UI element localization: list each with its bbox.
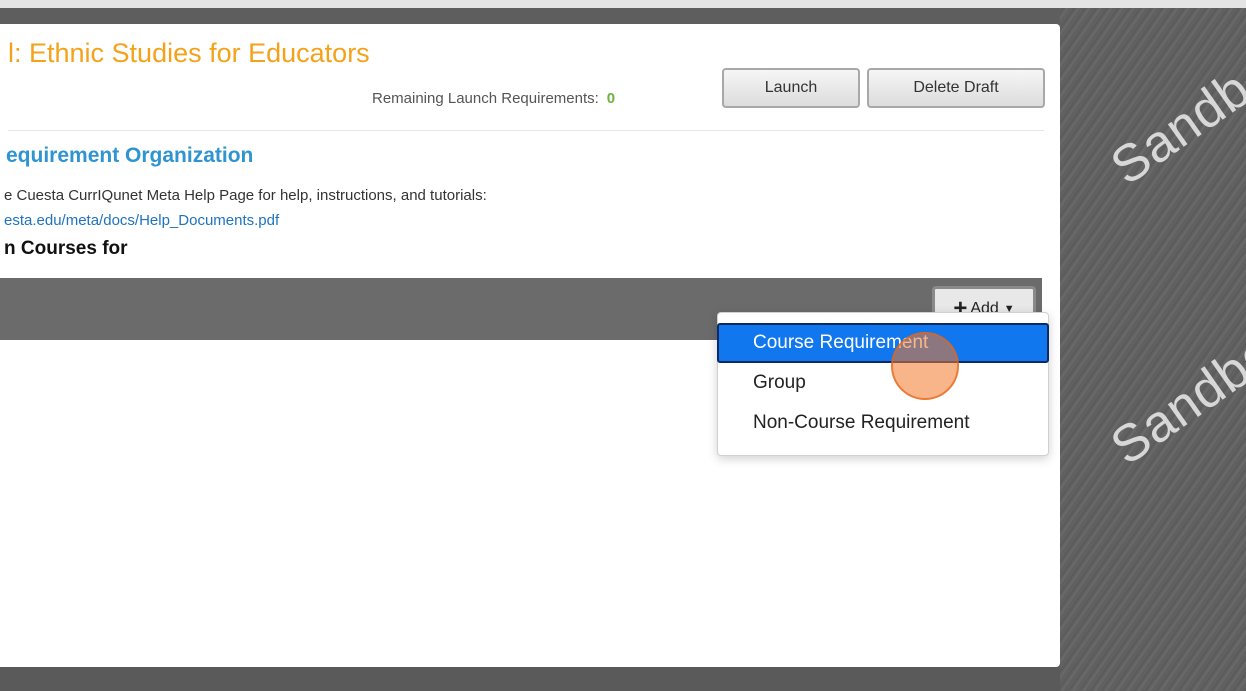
section-title: equirement Organization xyxy=(6,144,254,167)
menu-item-non-course-requirement[interactable]: Non-Course Requirement xyxy=(718,403,1048,443)
menu-item-course-requirement[interactable]: Course Requirement xyxy=(717,323,1049,363)
top-bar xyxy=(0,0,1246,8)
page-title: l: Ethnic Studies for Educators xyxy=(8,38,370,68)
help-documents-link[interactable]: esta.edu/meta/docs/Help_Documents.pdf xyxy=(4,212,279,229)
watermark-text: Sandb xyxy=(1100,59,1246,197)
remaining-label: Remaining Launch Requirements: xyxy=(372,90,599,107)
remaining-requirements: Remaining Launch Requirements: 0 xyxy=(372,90,615,107)
delete-draft-button[interactable]: Delete Draft xyxy=(867,68,1045,108)
sandbox-watermark-area: Sandb Sandbo xyxy=(1060,8,1246,691)
bottom-bar xyxy=(0,667,1060,691)
courses-heading: n Courses for xyxy=(4,238,128,259)
remaining-count: 0 xyxy=(606,90,616,107)
divider xyxy=(8,130,1044,131)
watermark-text: Sandbo xyxy=(1100,322,1246,477)
launch-button[interactable]: Launch xyxy=(722,68,860,108)
menu-item-group[interactable]: Group xyxy=(718,363,1048,403)
help-text: e Cuesta CurrIQunet Meta Help Page for h… xyxy=(4,187,487,204)
add-dropdown-menu: Course Requirement Group Non-Course Requ… xyxy=(717,312,1049,456)
